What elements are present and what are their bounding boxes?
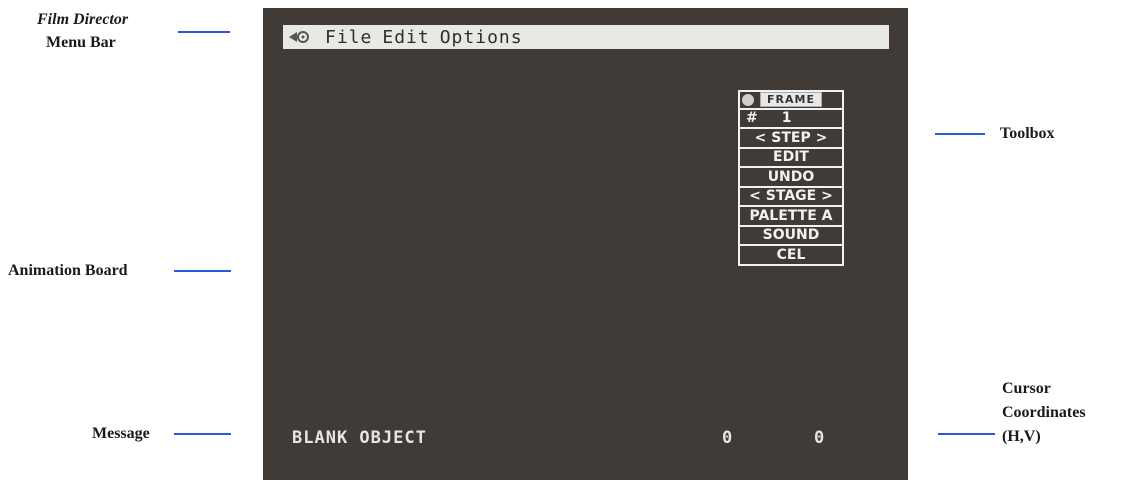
- leader-menu-bar: [178, 31, 230, 33]
- message-text: BLANK OBJECT: [292, 428, 427, 448]
- menu-edit[interactable]: Edit: [382, 27, 429, 48]
- menu-options[interactable]: Options: [440, 27, 523, 48]
- cursor-v: 0: [814, 428, 826, 448]
- frame-label: FRAME: [760, 92, 822, 108]
- app-icon[interactable]: [285, 25, 315, 49]
- label-animation-board: Animation Board: [8, 262, 128, 279]
- cel-button[interactable]: CEL: [738, 246, 844, 266]
- toolbox: FRAME # 1 < STEP > EDIT UNDO < STAGE > P…: [738, 90, 844, 266]
- label-cursor: Cursor: [1002, 380, 1051, 397]
- label-coordinates: Coordinates: [1002, 404, 1086, 421]
- step-button[interactable]: < STEP >: [738, 129, 844, 149]
- frame-number: # 1: [738, 109, 844, 129]
- label-film-director: Film Director: [37, 11, 129, 28]
- menu-bar: File Edit Options: [283, 25, 889, 49]
- edit-button[interactable]: EDIT: [738, 148, 844, 168]
- label-message: Message: [92, 425, 150, 442]
- frame-number-prefix: #: [746, 110, 758, 127]
- undo-button[interactable]: UNDO: [738, 168, 844, 188]
- leader-message: [174, 433, 231, 435]
- label-toolbox: Toolbox: [1000, 125, 1055, 142]
- palette-button[interactable]: PALETTE A: [738, 207, 844, 227]
- frame-number-value: 1: [781, 110, 792, 127]
- stage-button[interactable]: < STAGE >: [738, 187, 844, 207]
- close-box-icon[interactable]: [742, 93, 754, 106]
- leader-toolbox: [935, 133, 985, 135]
- sound-button[interactable]: SOUND: [738, 226, 844, 246]
- frame-header: FRAME: [738, 90, 844, 110]
- label-menu-bar: Menu Bar: [46, 34, 116, 51]
- menu-file[interactable]: File: [325, 27, 372, 48]
- leader-cursor-coordinates: [938, 433, 995, 435]
- cursor-h: 0: [722, 428, 734, 448]
- label-hv: (H,V): [1002, 428, 1041, 445]
- leader-animation-board: [174, 270, 231, 272]
